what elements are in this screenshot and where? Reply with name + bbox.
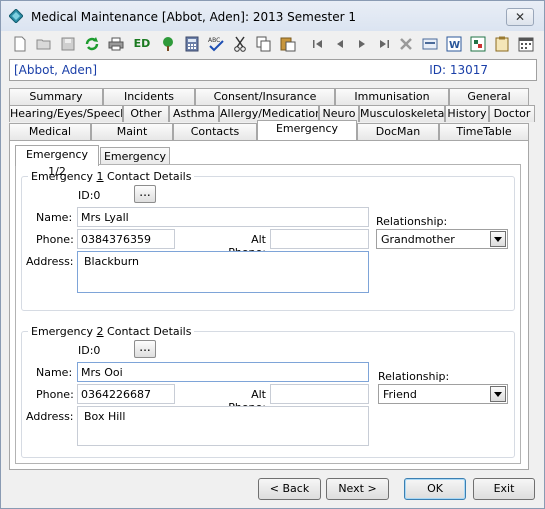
emergency-contact-2-group: Emergency 2 Contact Details ID:0 ... Nam… [21, 325, 515, 458]
contact-2-address-label: Address: [26, 410, 74, 423]
contact-1-name-field[interactable]: Mrs Lyall [77, 207, 369, 227]
next-record-icon[interactable] [353, 35, 371, 53]
tab-other[interactable]: Other [123, 105, 169, 122]
tab-row-3: Medical Maint Contacts Emergency DocMan … [9, 120, 529, 140]
contact-1-phone-field[interactable]: 0384376359 [77, 229, 175, 249]
excel-icon[interactable] [469, 35, 487, 53]
print-icon[interactable] [107, 35, 125, 53]
tab-immunisation[interactable]: Immunisation [335, 88, 449, 105]
save-icon[interactable] [59, 35, 77, 53]
copy-icon[interactable] [255, 35, 273, 53]
tab-incidents[interactable]: Incidents [103, 88, 195, 105]
app-diamond-icon [9, 9, 23, 23]
contact-2-address-field[interactable]: Box Hill [77, 406, 369, 446]
student-name: [Abbot, Aden] [14, 63, 98, 77]
title-bar[interactable]: Medical Maintenance [Abbot, Aden]: 2013 … [1, 1, 544, 31]
contact-1-phone-label: Phone: [36, 233, 74, 246]
contact-1-address-field[interactable]: Blackburn [77, 251, 369, 293]
tab-general[interactable]: General [449, 88, 529, 105]
student-id: ID: 13017 [429, 63, 488, 77]
contact-2-name-label: Name: [36, 366, 73, 379]
contact-1-relationship-label: Relationship: [376, 215, 448, 228]
emergency-contact-1-group: Emergency 1 Contact Details ID:0 ... Nam… [21, 170, 515, 311]
tab-contacts[interactable]: Contacts [173, 123, 257, 140]
student-header: [Abbot, Aden] ID: 13017 [9, 59, 537, 81]
emergency-panel: Emergency 1/2 Emergency 3 Emergency 1 Co… [9, 140, 529, 470]
back-button[interactable]: < Back [258, 478, 321, 500]
contact-2-phone-label: Phone: [36, 388, 74, 401]
tab-history[interactable]: History [445, 105, 489, 122]
subtab-emergency-1-2[interactable]: Emergency 1/2 [15, 145, 99, 178]
contact-1-id-label: ID:0 [78, 189, 101, 202]
open-icon[interactable] [35, 35, 53, 53]
previous-record-icon[interactable] [331, 35, 349, 53]
calendar-icon[interactable] [517, 35, 535, 53]
toolbar: ED ABC W [7, 32, 539, 56]
svg-text:ABC: ABC [208, 37, 220, 44]
tab-hearing-eyes-speech[interactable]: Hearing/Eyes/Speech [9, 105, 123, 122]
contact-1-alt-phone-field[interactable] [270, 229, 369, 249]
contact-1-lookup-button[interactable]: ... [134, 185, 156, 203]
contact-2-lookup-button[interactable]: ... [134, 340, 156, 358]
next-button[interactable]: Next > [326, 478, 389, 500]
paste-icon[interactable] [279, 35, 297, 53]
tab-maint[interactable]: Maint [91, 123, 173, 140]
contact-1-relationship-select[interactable]: Grandmother [376, 229, 508, 249]
new-icon[interactable] [11, 35, 29, 53]
contact-1-address-label: Address: [26, 255, 74, 268]
tab-row-1: Summary Incidents Consent/Insurance Immu… [9, 88, 529, 105]
medical-maintenance-window: Medical Maintenance [Abbot, Aden]: 2013 … [0, 0, 545, 509]
first-record-icon[interactable] [309, 35, 327, 53]
tab-doctor[interactable]: Doctor [489, 105, 535, 122]
contact-1-relationship-value: Grandmother [381, 233, 455, 246]
emergency-contact-2-legend: Emergency 2 Contact Details [28, 325, 195, 338]
calculator-icon[interactable] [183, 35, 201, 53]
contact-2-relationship-label: Relationship: [378, 370, 450, 383]
ok-button[interactable]: OK [404, 478, 466, 500]
svg-text:W: W [449, 40, 460, 51]
chevron-down-icon[interactable] [490, 386, 506, 402]
cut-icon[interactable] [231, 35, 249, 53]
notes-icon[interactable] [493, 35, 511, 53]
spellcheck-icon[interactable]: ABC [207, 35, 225, 53]
contact-2-relationship-select[interactable]: Friend [378, 384, 508, 404]
contact-2-alt-phone-field[interactable] [270, 384, 369, 404]
tab-timetable[interactable]: TimeTable [439, 123, 529, 140]
last-record-icon[interactable] [375, 35, 393, 53]
contact-2-id-label: ID:0 [78, 344, 101, 357]
word-icon[interactable]: W [445, 35, 463, 53]
tab-musculoskeletal[interactable]: Musculoskeletal [359, 105, 445, 122]
tab-medical[interactable]: Medical [9, 123, 91, 140]
tab-docman[interactable]: DocMan [357, 123, 439, 140]
contact-2-relationship-value: Friend [383, 388, 417, 401]
contact-2-phone-field[interactable]: 0364226687 [77, 384, 175, 404]
delete-icon[interactable] [397, 35, 415, 53]
tree-icon[interactable] [159, 35, 177, 53]
contact-1-name-label: Name: [36, 211, 73, 224]
tab-summary[interactable]: Summary [9, 88, 103, 105]
tab-asthma[interactable]: Asthma [169, 105, 219, 122]
refresh-icon[interactable] [83, 35, 101, 53]
exit-button[interactable]: Exit [473, 478, 535, 500]
emergency-1-2-panel: Emergency 1 Contact Details ID:0 ... Nam… [15, 164, 521, 464]
tab-emergency[interactable]: Emergency [257, 120, 357, 140]
chevron-down-icon[interactable] [490, 231, 506, 247]
window-title: Medical Maintenance [Abbot, Aden]: 2013 … [31, 10, 356, 24]
contact-2-name-field[interactable]: Mrs Ooi [77, 362, 369, 382]
tab-consent-insurance[interactable]: Consent/Insurance [195, 88, 335, 105]
close-button[interactable]: ✕ [506, 8, 534, 26]
card-icon[interactable] [421, 35, 439, 53]
ed-icon[interactable]: ED [131, 35, 153, 53]
